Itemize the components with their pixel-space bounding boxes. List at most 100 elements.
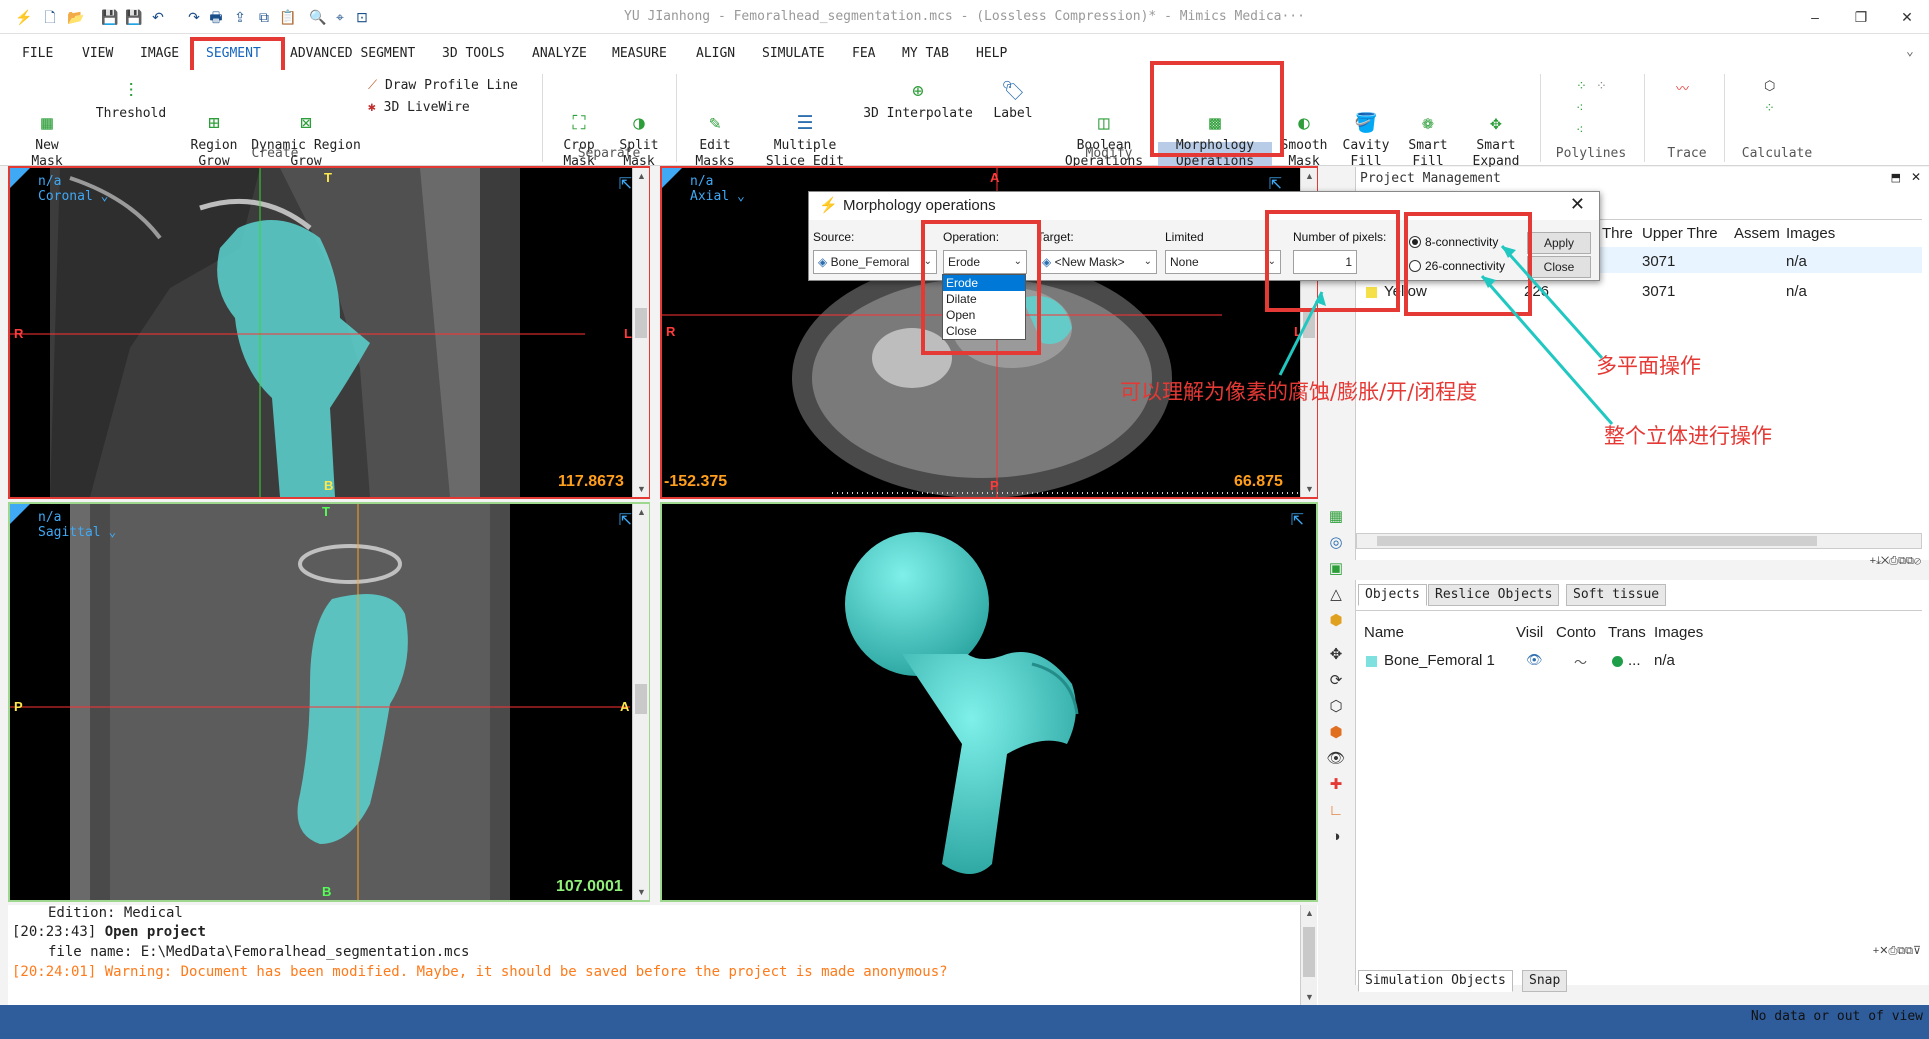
- window-title: YU JIanhong - Femoralhead_segmentation.m…: [624, 9, 1305, 24]
- mask-icon: ◈: [818, 255, 828, 269]
- calculate-mask-icon[interactable]: ⁘: [1764, 100, 1775, 116]
- target-dropdown[interactable]: ◈ <New Mask> ⌄: [1037, 250, 1157, 274]
- tab-simulation-objects[interactable]: Simulation Objects: [1358, 970, 1513, 992]
- title-bar: ⚡ 🗋 📂 💾 💾 ↶ ↷ 🖶 ⇪ ⧉ 📋 🔍 ⌖ ⊡ YU JIanhong …: [0, 0, 1929, 34]
- mask-toolbar-icons[interactable]: +⤓✕⎙⧉⧉⊘: [1870, 555, 1921, 568]
- col-name[interactable]: Name: [1364, 624, 1404, 641]
- scroll-thumb[interactable]: [1303, 927, 1315, 977]
- table-icon[interactable]: ▣: [1326, 559, 1346, 579]
- minimize-button[interactable]: –: [1800, 6, 1830, 28]
- scroll-thumb[interactable]: [1377, 536, 1817, 546]
- cavity-fill-icon: 🪣: [1354, 112, 1378, 134]
- scroll-thumb[interactable]: [635, 684, 647, 714]
- label-button[interactable]: 🏷 Label: [988, 80, 1038, 122]
- col-contour[interactable]: Conto: [1556, 624, 1596, 641]
- object-toolbar-icons[interactable]: +✕⎙⧉⧉⊽: [1873, 944, 1921, 958]
- crosshair-icon[interactable]: ✚: [1326, 775, 1346, 795]
- menu-simulate[interactable]: SIMULATE: [762, 46, 825, 61]
- rotate-icon[interactable]: ⟳: [1326, 671, 1346, 691]
- scroll-down-arrow[interactable]: ▼: [633, 481, 650, 497]
- restore-button[interactable]: ❐: [1846, 6, 1876, 28]
- menu-analyze[interactable]: ANALYZE: [532, 46, 587, 61]
- col-images[interactable]: Images: [1654, 624, 1703, 641]
- coronal-viewport[interactable]: n/a Coronal ⌄ ⇱ T B R L 117.8673: [8, 166, 650, 499]
- menu-file[interactable]: FILE: [22, 46, 53, 61]
- apply-button[interactable]: Apply: [1527, 232, 1591, 254]
- menu-image[interactable]: IMAGE: [140, 46, 179, 61]
- polyline-tool-icon[interactable]: ⁘: [1576, 78, 1587, 94]
- tab-reslice-objects[interactable]: Reslice Objects: [1428, 584, 1560, 606]
- sagittal-viewport[interactable]: n/a Sagittal ⌄ ⇱ T B P A 107.0001: [8, 502, 650, 902]
- contour-icon[interactable]: 〜: [1574, 652, 1587, 671]
- draw-profile-line-button[interactable]: ⟋ Draw Profile Line: [368, 78, 518, 93]
- triangle-icon[interactable]: △: [1326, 585, 1346, 605]
- scroll-down-arrow[interactable]: ▼: [633, 884, 650, 900]
- panel-close-icon[interactable]: ✕: [1911, 170, 1921, 184]
- col-lower-threshold[interactable]: Thre: [1602, 225, 1633, 242]
- menu-fea[interactable]: FEA: [852, 46, 875, 61]
- coronal-label[interactable]: n/a Coronal ⌄: [38, 174, 108, 204]
- maximize-viewport-icon[interactable]: ⇱: [619, 174, 632, 194]
- source-dropdown[interactable]: ◈ Bone_Femoral ⌄: [813, 250, 937, 274]
- trace-icon[interactable]: 〰: [1676, 78, 1689, 97]
- tab-snap[interactable]: Snap: [1522, 970, 1568, 992]
- dialog-close-icon[interactable]: ✕: [1570, 194, 1585, 215]
- menu-advanced-segment[interactable]: ADVANCED SEGMENT: [290, 46, 415, 61]
- menu-help[interactable]: HELP: [976, 46, 1007, 61]
- orientation-cube-icon[interactable]: ⬢: [1326, 723, 1346, 743]
- tab-soft-tissue[interactable]: Soft tissue: [1566, 584, 1667, 606]
- measure-tool-icon[interactable]: ∟: [1326, 801, 1346, 821]
- visibility-eye-icon[interactable]: 👁: [1526, 652, 1543, 668]
- threshold-button[interactable]: ⫶ Threshold: [88, 80, 174, 122]
- log-scrollbar[interactable]: ▲ ▼: [1300, 905, 1317, 1005]
- polygon-icon[interactable]: ⬢: [1326, 611, 1346, 631]
- smooth-mask-icon: ◐: [1298, 112, 1310, 134]
- polyline-edit-icon[interactable]: ⁘: [1596, 78, 1607, 94]
- transparency-indicator-icon[interactable]: [1612, 656, 1623, 667]
- panel-horizontal-scrollbar[interactable]: [1356, 533, 1922, 549]
- menu-align[interactable]: ALIGN: [696, 46, 735, 61]
- object-name[interactable]: Bone_Femoral 1: [1384, 652, 1495, 669]
- visibility-icon[interactable]: 👁: [1326, 749, 1346, 769]
- cube-icon[interactable]: ⬡: [1326, 697, 1346, 717]
- scroll-thumb[interactable]: [1303, 308, 1315, 338]
- polyline-grow-icon[interactable]: ⁖: [1576, 100, 1584, 116]
- menu-view[interactable]: VIEW: [82, 46, 113, 61]
- col-visible[interactable]: Visil: [1516, 624, 1543, 641]
- sagittal-scrollbar[interactable]: ▲ ▼: [632, 504, 649, 900]
- col-transparency[interactable]: Trans: [1608, 624, 1646, 641]
- live-wire-button[interactable]: ✱ 3D LiveWire: [368, 100, 470, 115]
- coronal-scrollbar[interactable]: ▲ ▼: [632, 168, 649, 497]
- scroll-down-arrow[interactable]: ▼: [1301, 989, 1318, 1005]
- pin-icon[interactable]: ⬒: [1891, 171, 1901, 184]
- interpolate-3d-button[interactable]: ⊕ 3D Interpolate: [860, 80, 976, 122]
- 3d-viewport[interactable]: ⇱: [660, 502, 1318, 902]
- scroll-thumb[interactable]: [635, 308, 647, 338]
- sagittal-label[interactable]: n/a Sagittal ⌄: [38, 510, 116, 540]
- close-window-button[interactable]: ✕: [1892, 6, 1922, 28]
- tab-objects[interactable]: Objects: [1358, 584, 1427, 606]
- scroll-down-arrow[interactable]: ▼: [1301, 481, 1318, 497]
- menu-3d-tools[interactable]: 3D TOOLS: [442, 46, 505, 61]
- close-button[interactable]: Close: [1527, 256, 1591, 278]
- scroll-up-arrow[interactable]: ▲: [1301, 905, 1318, 921]
- col-images[interactable]: Images: [1786, 225, 1835, 242]
- collapse-ribbon-icon[interactable]: ⌄: [1906, 44, 1914, 59]
- layout-icon[interactable]: ◎: [1326, 533, 1346, 553]
- polyline-fill-icon[interactable]: ⁖: [1576, 122, 1584, 138]
- maximize-viewport-icon[interactable]: ⇱: [1291, 510, 1304, 530]
- maximize-viewport-icon[interactable]: ⇱: [619, 510, 632, 530]
- mask-overlay-icon[interactable]: ▦: [1326, 507, 1346, 527]
- limited-dropdown[interactable]: None ⌄: [1165, 250, 1281, 274]
- axial-label[interactable]: n/a Axial ⌄: [690, 174, 745, 204]
- menu-measure[interactable]: MEASURE: [612, 46, 667, 61]
- menu-my-tab[interactable]: MY TAB: [902, 46, 949, 61]
- calculate-part-icon[interactable]: ⬡: [1764, 78, 1775, 94]
- scroll-up-arrow[interactable]: ▲: [633, 168, 650, 184]
- col-assembly[interactable]: Assem: [1734, 225, 1780, 242]
- scroll-up-arrow[interactable]: ▲: [633, 504, 650, 520]
- scroll-up-arrow[interactable]: ▲: [1301, 168, 1318, 184]
- contrast-icon[interactable]: ◑: [1326, 827, 1346, 847]
- pan-icon[interactable]: ✥: [1326, 645, 1346, 665]
- col-upper-threshold[interactable]: Upper Thre: [1642, 225, 1718, 242]
